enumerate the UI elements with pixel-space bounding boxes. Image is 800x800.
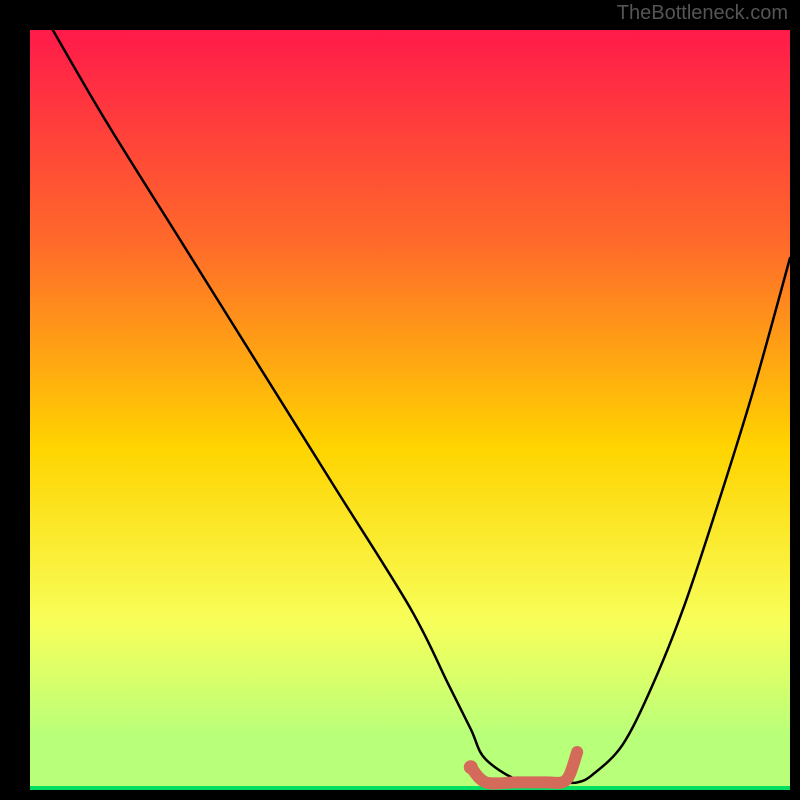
bottleneck-chart <box>0 0 800 800</box>
attribution-label: TheBottleneck.com <box>617 2 788 25</box>
optimal-dot <box>464 760 478 774</box>
plot-area <box>30 30 790 790</box>
chart-container: TheBottleneck.com <box>0 0 800 800</box>
baseline-band <box>30 786 790 790</box>
